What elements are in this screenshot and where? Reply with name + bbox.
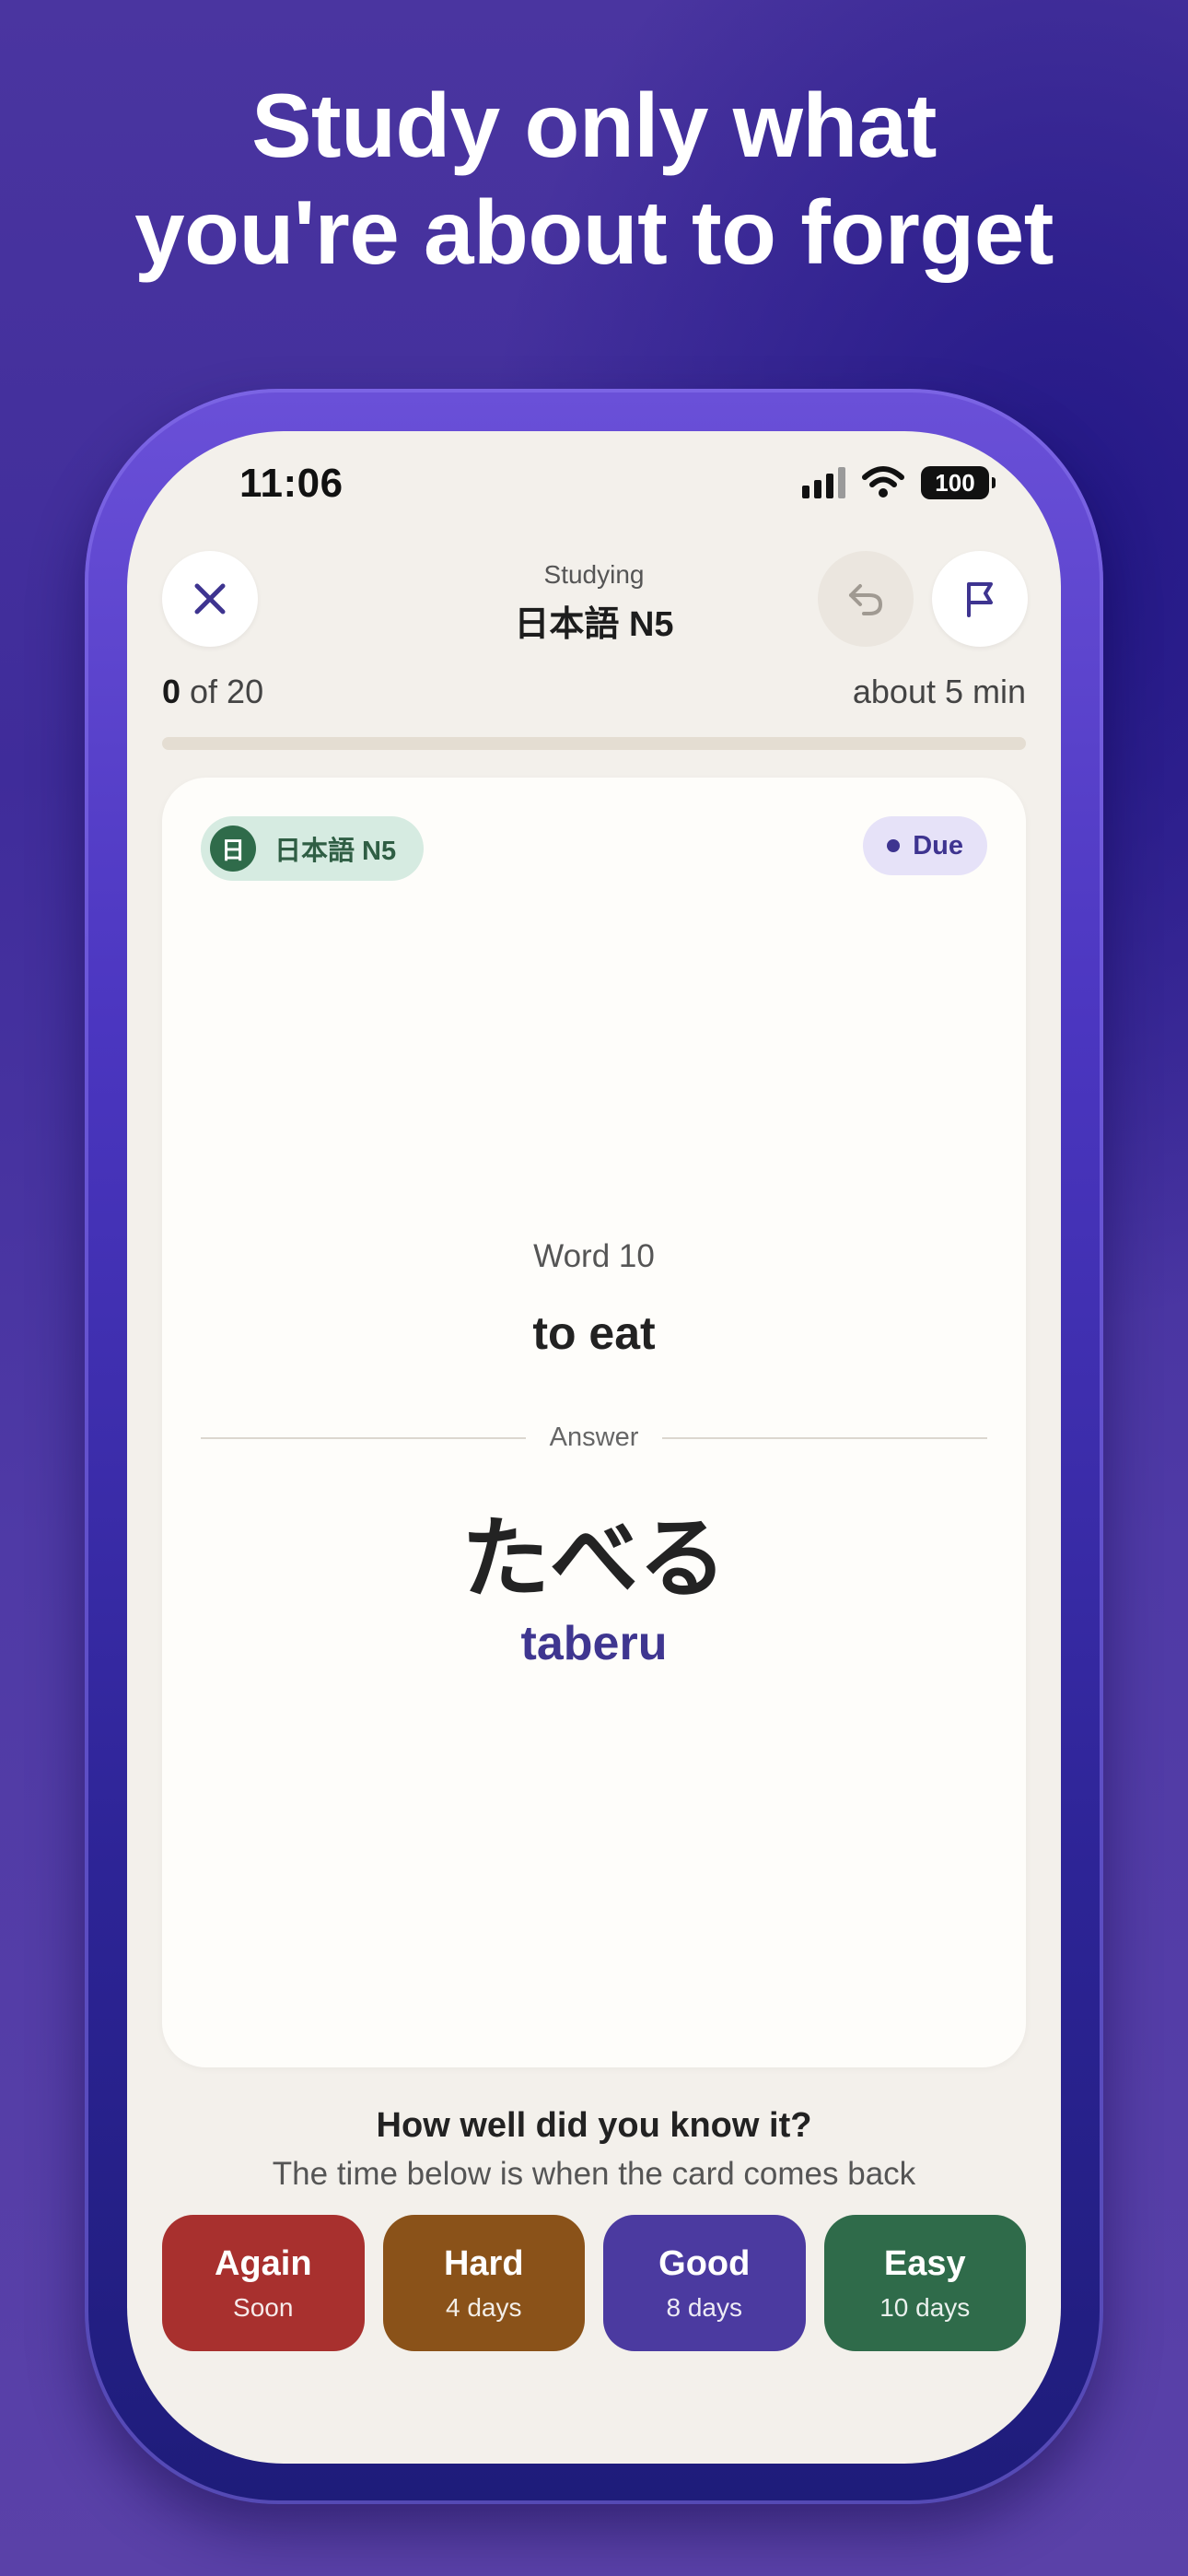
- easy-label: Easy: [883, 2243, 966, 2283]
- deck-name: 日本語 N5: [274, 837, 397, 866]
- status-icons: 100: [802, 466, 996, 499]
- again-button[interactable]: Again Soon: [162, 2215, 365, 2351]
- good-button[interactable]: Good 8 days: [603, 2215, 806, 2351]
- prompt-word: to eat: [532, 1307, 656, 1359]
- deck-badge: 日: [210, 825, 256, 872]
- headline: Study only what you're about to forget: [0, 72, 1188, 286]
- hard-label: Hard: [443, 2243, 524, 2283]
- answer-reading: taberu: [520, 1617, 668, 1670]
- battery-icon: 100: [921, 466, 996, 499]
- due-label: Due: [913, 830, 963, 861]
- due-badge: Due: [863, 816, 987, 875]
- answer-word: たべる: [461, 1507, 727, 1610]
- progress-total: of 20: [181, 673, 264, 710]
- app-screen: 11:06 100 Studying 日本語 N5 0 of 20 about …: [127, 431, 1061, 2464]
- easy-button[interactable]: Easy 10 days: [823, 2215, 1026, 2351]
- progress-done: 0: [162, 673, 181, 710]
- hard-interval: 4 days: [446, 2292, 522, 2322]
- again-interval: Soon: [233, 2292, 294, 2322]
- due-dot-icon: [887, 839, 901, 852]
- undo-icon: [849, 584, 883, 615]
- divider-line-right: [662, 1436, 988, 1439]
- signal-icon: [802, 467, 845, 498]
- rating-buttons: Again Soon Hard 4 days Good 8 days Easy …: [162, 2215, 1026, 2351]
- prompt-label: Word 10: [533, 1238, 655, 1274]
- undo-button[interactable]: [818, 551, 914, 647]
- answer-divider: Answer: [201, 1423, 988, 1453]
- progress-bar: [162, 737, 1026, 750]
- rating-question: How well did you know it?: [376, 2106, 812, 2145]
- flashcard[interactable]: 日 日本語 N5 Due Word 10 to eat Answer たべる t…: [162, 778, 1026, 2067]
- deck-tag: 日 日本語 N5: [201, 816, 425, 881]
- status-time: 11:06: [239, 461, 344, 506]
- rating-hint: The time below is when the card comes ba…: [272, 2156, 916, 2192]
- easy-interval: 10 days: [879, 2292, 971, 2322]
- progress-row: 0 of 20 about 5 min: [162, 673, 1026, 711]
- good-interval: 8 days: [666, 2292, 743, 2322]
- hard-button[interactable]: Hard 4 days: [382, 2215, 585, 2351]
- flag-icon: [967, 582, 993, 617]
- progress-count: 0 of 20: [162, 673, 263, 711]
- good-label: Good: [658, 2243, 751, 2283]
- again-label: Again: [214, 2243, 312, 2283]
- flag-button[interactable]: [932, 551, 1028, 647]
- headline-line-2: you're about to forget: [134, 181, 1054, 283]
- header-title: 日本語 N5: [514, 605, 674, 644]
- headline-line-1: Study only what: [251, 75, 937, 176]
- wifi-icon: [862, 466, 904, 498]
- answer-label: Answer: [549, 1423, 639, 1452]
- divider-line-left: [201, 1436, 526, 1439]
- time-estimate: about 5 min: [852, 673, 1026, 710]
- header-subtitle: Studying: [543, 560, 645, 589]
